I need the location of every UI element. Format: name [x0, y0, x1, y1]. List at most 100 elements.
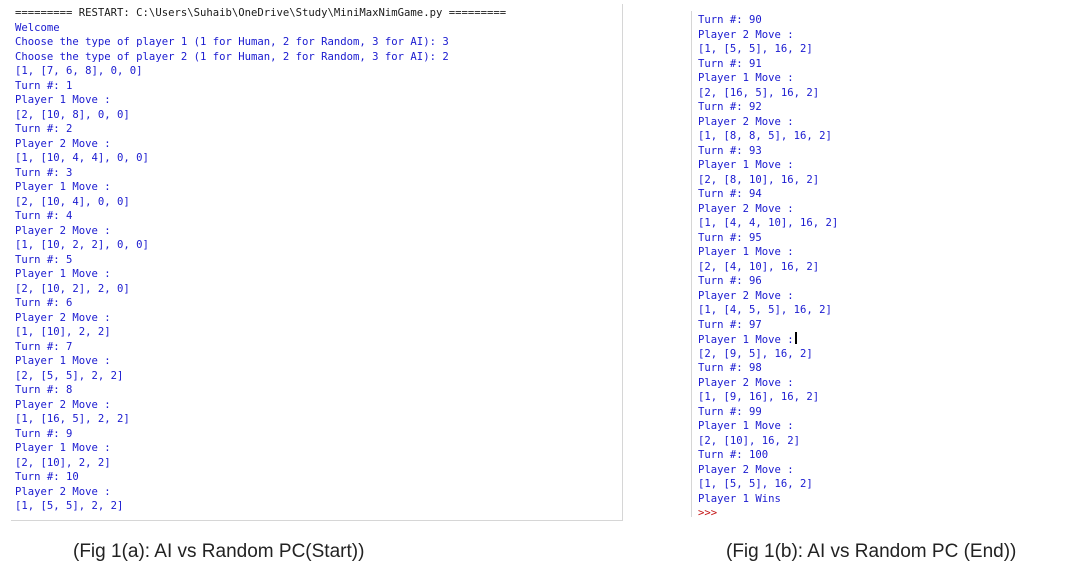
console-line: Turn #: 4 — [15, 209, 622, 224]
console-line: [1, [7, 6, 8], 0, 0] — [15, 64, 622, 79]
console-line-text: [2, [10], 2, 2] — [15, 456, 111, 469]
console-line: Player 1 Move : — [698, 71, 992, 86]
shell-prompt[interactable]: >>> — [698, 506, 992, 517]
console-line-text: [1, [4, 4, 10], 16, 2] — [698, 217, 839, 229]
console-line-text: Player 2 Move : — [15, 398, 111, 411]
restart-banner-text: ========= RESTART: C:\Users\Suhaib\OneDr… — [15, 7, 507, 19]
console-line: Turn #: 5 — [15, 253, 622, 268]
console-line: Player 1 Move : — [698, 158, 992, 173]
console-line-text: Turn #: 10 — [15, 471, 79, 483]
console-line: [2, [4, 10], 16, 2] — [698, 260, 992, 275]
console-line-text: [1, [7, 6, 8], 0, 0] — [15, 65, 143, 77]
console-line-text: Player 1 Wins — [698, 492, 781, 505]
console-line-text: Welcome — [15, 21, 60, 34]
console-line: [2, [9, 5], 16, 2] — [698, 347, 992, 362]
console-line: [2, [10, 4], 0, 0] — [15, 195, 622, 210]
console-line: [1, [16, 5], 2, 2] — [15, 412, 622, 427]
console-line-text: [2, [4, 10], 16, 2] — [698, 260, 820, 273]
shell-output-left[interactable]: ========= RESTART: C:\Users\Suhaib\OneDr… — [11, 4, 622, 514]
console-line-text: Turn #: 98 — [698, 362, 762, 374]
console-line: Turn #: 8 — [15, 383, 622, 398]
console-line-text: Player 1 Move : — [698, 246, 794, 258]
right-shell-window[interactable]: Turn #: 90 Player 2 Move : [1, [5, 5], 16,… — [691, 11, 992, 517]
console-line-text: [1, [10, 2, 2], 0, 0] — [15, 239, 149, 251]
console-line-text: Player 1 Move : — [698, 72, 794, 84]
console-line: Player 2 Move : — [698, 28, 992, 43]
console-line-text: Player 1 Move : — [15, 94, 111, 106]
console-line-text: Turn #: 6 — [15, 297, 73, 309]
console-line: Player 1 Move : — [15, 180, 622, 195]
console-line: Player 2 Move : — [698, 463, 992, 478]
console-line-text: Turn #: 3 — [15, 166, 73, 179]
console-line: Player 2 Move : — [15, 311, 622, 326]
console-line: Player 1 Move : — [15, 267, 622, 282]
console-line-text: [2, [16, 5], 16, 2] — [698, 86, 820, 99]
console-line: [1, [10], 2, 2] — [15, 325, 622, 340]
console-line-text: Player 2 Move : — [698, 463, 794, 476]
console-line-text: [1, [4, 5, 5], 16, 2] — [698, 304, 832, 316]
console-line-text: Turn #: 94 — [698, 188, 762, 200]
console-line: [2, [10, 2], 2, 0] — [15, 282, 622, 297]
console-line-text: [2, [10, 2], 2, 0] — [15, 282, 130, 295]
console-line: [1, [9, 16], 16, 2] — [698, 390, 992, 405]
console-line: Turn #: 7 — [15, 340, 622, 355]
console-line-text: Player 2 Move : — [698, 202, 794, 215]
console-line: Player 2 Move : — [15, 485, 622, 500]
console-line-text: Player 1 Move : — [15, 442, 111, 454]
console-line: Turn #: 98 — [698, 361, 992, 376]
console-line: [1, [5, 5], 16, 2] — [698, 42, 992, 57]
console-line-text: [1, [5, 5], 2, 2] — [15, 500, 124, 512]
console-line-text: [2, [8, 10], 16, 2] — [698, 173, 820, 186]
console-line-text: Choose the type of player 2 (1 for Human… — [15, 50, 449, 63]
console-line-text: Turn #: 92 — [698, 101, 762, 113]
console-line: Player 1 Move : — [15, 441, 622, 456]
console-line-text: Turn #: 5 — [15, 253, 73, 266]
console-line: Turn #: 99 — [698, 405, 992, 420]
console-line-text: [2, [9, 5], 16, 2] — [698, 347, 813, 360]
console-line-text: Turn #: 95 — [698, 231, 762, 244]
console-line-text: Turn #: 99 — [698, 405, 762, 418]
console-line-text: [1, [10], 2, 2] — [15, 326, 111, 338]
console-line: Turn #: 90 — [698, 13, 992, 28]
console-line-text: Player 2 Move : — [698, 28, 794, 41]
console-line: [1, [8, 8, 5], 16, 2] — [698, 129, 992, 144]
console-line: Welcome — [15, 21, 622, 36]
shell-output-right[interactable]: Turn #: 90 Player 2 Move : [1, [5, 5], 16,… — [692, 11, 992, 517]
console-line: Turn #: 93 — [698, 144, 992, 159]
console-line-text: Player 2 Move : — [698, 376, 794, 389]
console-line-text: Player 2 Move : — [698, 289, 794, 302]
console-line: Player 1 Move : — [698, 419, 992, 434]
console-line: Player 1 Wins — [698, 492, 992, 507]
console-line-text: Player 2 Move : — [15, 311, 111, 324]
left-shell-window[interactable]: ========= RESTART: C:\Users\Suhaib\OneDr… — [11, 4, 623, 521]
console-line-text: Player 1 Move : — [698, 159, 794, 171]
console-line: Player 2 Move : — [15, 398, 622, 413]
console-line: [2, [10], 2, 2] — [15, 456, 622, 471]
console-line: Turn #: 100 — [698, 448, 992, 463]
console-line-text: Turn #: 8 — [15, 384, 73, 396]
console-line: [1, [10, 2, 2], 0, 0] — [15, 238, 622, 253]
figure-caption-right: (Fig 1(b): AI vs Random PC (End)) — [726, 541, 1017, 562]
console-line: [1, [5, 5], 2, 2] — [15, 499, 622, 514]
console-line: Turn #: 1 — [15, 79, 622, 94]
console-line-text: [1, [9, 16], 16, 2] — [698, 391, 820, 403]
restart-banner: ========= RESTART: C:\Users\Suhaib\OneDr… — [15, 6, 622, 21]
console-line: Player 2 Move : — [698, 376, 992, 391]
console-line-text: [2, [10, 4], 0, 0] — [15, 195, 130, 208]
console-line: Turn #: 94 — [698, 187, 992, 202]
console-line: Player 1 Move : — [698, 332, 992, 347]
console-line-text: Player 2 Move : — [698, 115, 794, 128]
console-line: Turn #: 6 — [15, 296, 622, 311]
console-line: Player 2 Move : — [15, 224, 622, 239]
console-line: [1, [4, 4, 10], 16, 2] — [698, 216, 992, 231]
console-line: Turn #: 3 — [15, 166, 622, 181]
console-line-text: [1, [5, 5], 16, 2] — [698, 478, 813, 490]
console-line-text: Player 2 Move : — [15, 137, 111, 150]
console-line-text: [1, [10, 4, 4], 0, 0] — [15, 152, 149, 164]
console-line: Player 2 Move : — [15, 137, 622, 152]
console-line: Choose the type of player 2 (1 for Human… — [15, 50, 622, 65]
console-line-text: [2, [10, 8], 0, 0] — [15, 108, 130, 121]
console-line: Player 1 Move : — [698, 245, 992, 260]
console-line: Player 2 Move : — [698, 202, 992, 217]
console-line: Turn #: 9 — [15, 427, 622, 442]
